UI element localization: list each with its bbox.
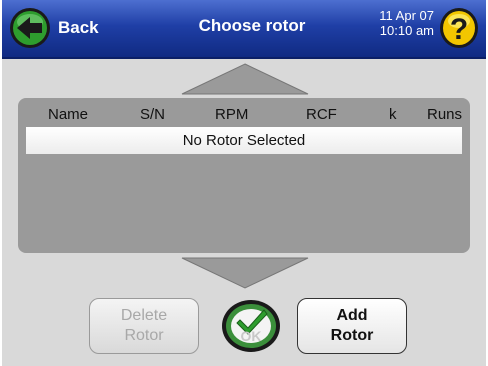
- column-header-rcf: RCF: [306, 106, 337, 123]
- column-header-name: Name: [48, 106, 89, 123]
- add-rotor-button[interactable]: Add Rotor: [297, 298, 407, 354]
- date-text: 11 Apr 07: [379, 8, 434, 23]
- ok-circle: [222, 300, 280, 352]
- delete-label-line1: Delete: [120, 307, 168, 324]
- add-label-line1: Add: [336, 307, 368, 324]
- help-button[interactable]: ?: [438, 6, 480, 50]
- up-arrow-icon: [181, 63, 309, 95]
- column-headers: Name S/N RPM RCF k Runs: [18, 106, 470, 124]
- add-label-line2: Rotor: [330, 327, 374, 344]
- scroll-up-button[interactable]: [180, 62, 310, 96]
- time-text: 10:10 am: [379, 23, 434, 38]
- date-time: 11 Apr 07 10:10 am: [374, 8, 434, 38]
- ok-label: OK: [240, 328, 262, 344]
- question-mark-icon: ?: [450, 13, 468, 46]
- scroll-down-button[interactable]: [180, 256, 310, 290]
- delete-rotor-button[interactable]: Delete Rotor: [89, 298, 199, 354]
- down-arrow-icon: [181, 257, 309, 289]
- table-row[interactable]: No Rotor Selected: [26, 127, 462, 154]
- column-header-k: k: [389, 106, 397, 123]
- delete-label-line2: Rotor: [124, 327, 164, 344]
- column-header-rpm: RPM: [215, 106, 249, 123]
- page-title: Choose rotor: [198, 16, 306, 35]
- back-button[interactable]: Back: [8, 6, 118, 50]
- left-arrow-icon: [10, 8, 50, 48]
- ok-button[interactable]: OK: [220, 298, 282, 354]
- column-header-sn: S/N: [140, 106, 166, 123]
- rotor-list: Name S/N RPM RCF k Runs No Rotor Selecte…: [18, 98, 470, 253]
- back-label: Back: [58, 18, 99, 37]
- header-bar: Back Choose rotor 11 Apr 07 10:10 am ?: [2, 0, 486, 59]
- column-header-runs: Runs: [427, 106, 463, 123]
